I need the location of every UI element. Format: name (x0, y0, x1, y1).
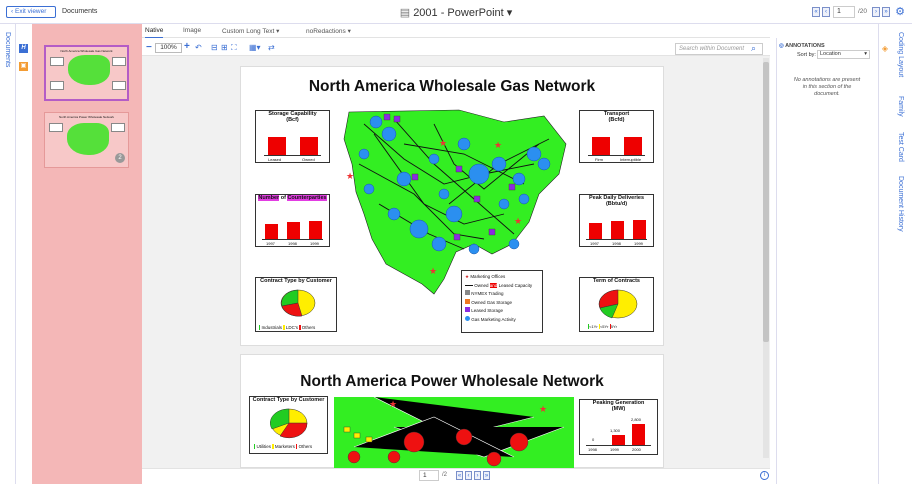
right-rail (878, 24, 912, 484)
prev-page-button[interactable]: ‹ (822, 7, 830, 17)
document-title[interactable]: ▤ 2001 - PowerPoint ▾ (0, 6, 912, 19)
bar-leased (268, 137, 286, 155)
contract-pie (280, 289, 316, 317)
bottom-page-input[interactable]: 1 (419, 470, 439, 481)
slide-2-title: North America Power Wholesale Network (300, 373, 604, 390)
bottom-last-button[interactable]: » (483, 471, 490, 480)
search-icon[interactable]: ⌕ (751, 43, 756, 53)
chevron-down-icon: ▾ (347, 28, 351, 35)
bottom-next-button[interactable]: › (474, 471, 481, 480)
sort-label: Sort by: (797, 52, 816, 58)
next-page-button[interactable]: › (872, 7, 880, 17)
bar-interruptible (624, 137, 642, 155)
documents-tab[interactable]: Documents (4, 32, 11, 67)
contract-legend: Industrials LDC's Others (259, 325, 315, 330)
layers-icon[interactable]: ◈ (880, 44, 890, 54)
svg-text:★: ★ (494, 140, 502, 150)
first-page-button[interactable]: « (812, 7, 820, 17)
contract-type-chart: Contract Type by Customer Industrials LD… (255, 277, 337, 332)
last-page-button[interactable]: » (882, 7, 890, 17)
zoom-level-input[interactable]: 100% (155, 43, 182, 53)
svg-text:★: ★ (514, 216, 522, 226)
chevron-down-icon: ▾ (276, 28, 280, 35)
tab-document-history[interactable]: Document History (897, 176, 904, 232)
left-rail (0, 24, 16, 484)
peaking-generation-chart: Peaking Generation (MW) 0 1,300 2,800 19… (579, 399, 658, 455)
compare-icon[interactable]: ⇄ (268, 43, 275, 53)
tab-image[interactable]: Image (183, 27, 201, 34)
zoom-in-icon[interactable]: + (184, 42, 190, 52)
thumb-icon-column (16, 24, 32, 484)
power-contract-pie (270, 408, 308, 439)
rotate-icon[interactable]: ↶ (195, 43, 202, 53)
bottom-prev-button[interactable]: ‹ (465, 471, 472, 480)
page-badge: 2 (115, 153, 125, 163)
transport-chart: Transport (Bcfd) Firm Interruptible (579, 110, 654, 163)
bar-firm (592, 137, 610, 155)
fit-height-icon[interactable]: ⊟ (211, 43, 218, 53)
search-input[interactable]: Search within Document (675, 43, 763, 55)
file-icon: ▤ (399, 7, 414, 19)
thumbnail-slide-1[interactable]: North America Wholesale Gas Network (44, 45, 129, 101)
term-pie (598, 289, 638, 319)
term-legend: <1Yr <5Yr 5Yr (588, 324, 617, 329)
peak-deliveries-chart: Peak Daily Deliveries (Bbtu/d) 1997 1998… (579, 194, 654, 247)
tab-coding-layout[interactable]: Coding Layout (897, 32, 904, 77)
counterparties-chart: Number of Counterparties 1997 1998 1999 (255, 194, 330, 247)
tab-custom-long-text[interactable]: Custom Long Text ▾ (222, 27, 279, 35)
annotations-pane (776, 38, 878, 484)
highlight-icon[interactable]: H (19, 44, 28, 53)
svg-text:★: ★ (539, 404, 547, 414)
page-total: /20 (858, 8, 868, 15)
thumbnail-map (68, 55, 110, 85)
thumbnail-map (67, 123, 109, 155)
gear-icon[interactable]: ⚙ (894, 6, 906, 18)
info-icon[interactable]: i (760, 471, 769, 480)
page-number-input[interactable]: 1 (833, 6, 855, 18)
bottom-page-total: /2 (442, 472, 448, 478)
fullscreen-icon[interactable]: ⛶ (231, 43, 237, 53)
annotations-heading: ◎ ANNOTATIONS (779, 43, 825, 49)
map-landmass (343, 109, 567, 295)
sort-select[interactable]: Location ▾ (817, 50, 870, 59)
power-network-map: ★ ★ (334, 397, 574, 468)
tab-family[interactable]: Family (897, 96, 904, 117)
tab-noredactions[interactable]: noRedactions ▾ (306, 27, 351, 35)
storage-bar-area (264, 137, 321, 156)
chevron-down-icon: ▾ (864, 51, 867, 57)
tab-test-card[interactable]: Test Card (897, 132, 904, 162)
svg-text:★: ★ (439, 138, 447, 148)
image-icon[interactable]: ▣ (19, 62, 28, 71)
slide-1-title: North America Wholesale Gas Network (308, 78, 596, 95)
svg-text:★: ★ (346, 171, 354, 181)
map-legend: ★ Marketing Offices Owned and Leased Cap… (461, 270, 543, 333)
annotations-empty-message: No annotations are present in this secti… (793, 77, 861, 97)
bottom-first-button[interactable]: « (456, 471, 463, 480)
thumbnail-slide-2[interactable]: North America Power Wholesale Network 2 (44, 112, 129, 168)
svg-text:★: ★ (429, 266, 437, 276)
fit-width-icon[interactable]: ⊞ (221, 43, 228, 53)
page-layout-icon[interactable]: ▦▾ (249, 43, 261, 53)
bar-owned (300, 137, 318, 155)
svg-text:★: ★ (389, 399, 397, 409)
chevron-down-icon: ▾ (503, 7, 513, 19)
term-of-contracts-chart: Term of Contracts <1Yr <5Yr 5Yr (579, 277, 654, 332)
zoom-out-icon[interactable]: − (146, 43, 152, 53)
power-contract-type-chart: Contract Type by Customer Utilities Mark… (249, 396, 328, 454)
annotation-icon: ◎ (779, 43, 784, 49)
storage-capability-chart: Storage Capability (Bcf) Leased Owned (255, 110, 330, 163)
scrollbar-thumb[interactable] (763, 62, 769, 342)
